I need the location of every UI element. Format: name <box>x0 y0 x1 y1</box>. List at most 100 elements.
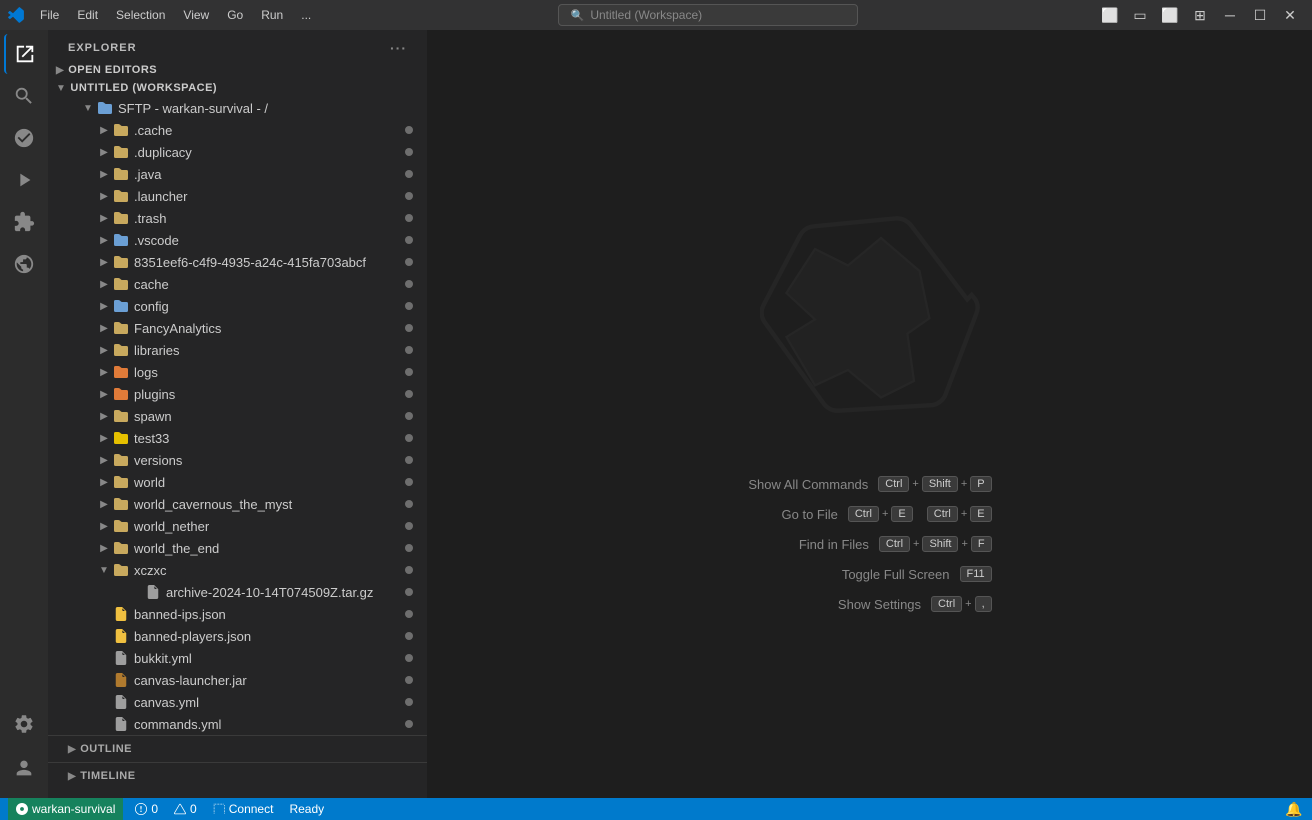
run-menu[interactable]: Run <box>253 6 291 24</box>
show-settings-row: Show Settings Ctrl + , <box>838 596 992 612</box>
connect-status[interactable]: Connect <box>209 798 278 820</box>
workspace-search[interactable]: 🔍 Untitled (Workspace) <box>558 4 858 26</box>
view-menu[interactable]: View <box>175 6 217 24</box>
outline-panel-section: ▶ OUTLINE <box>48 735 427 762</box>
versions-folder-label: versions <box>134 453 405 468</box>
world-folder-item[interactable]: ▶ world <box>48 471 427 493</box>
cache2-chevron-icon: ▶ <box>96 279 112 290</box>
status-bar: warkan-survival 0 0 Connect Ready 🔔 <box>0 798 1312 820</box>
workspace-section[interactable]: ▼ UNTITLED (WORKSPACE) <box>48 79 427 97</box>
layout-panel-button[interactable]: ▭ <box>1126 5 1154 25</box>
plugins-folder-item[interactable]: ▶ plugins <box>48 383 427 405</box>
canvas-yml-file-label: canvas.yml <box>134 695 405 710</box>
toggle-fullscreen-row: Toggle Full Screen F11 <box>842 566 992 582</box>
edit-menu[interactable]: Edit <box>69 6 106 24</box>
open-editors-chevron-icon: ▶ <box>56 65 64 76</box>
duplicacy-folder-item[interactable]: ▶ .duplicacy <box>48 141 427 163</box>
canvas-yml-file-item[interactable]: canvas.yml <box>48 691 427 713</box>
config-folder-item[interactable]: ▶ config <box>48 295 427 317</box>
cache2-folder-item[interactable]: ▶ cache <box>48 273 427 295</box>
explorer-more-icon[interactable]: ··· <box>390 40 407 56</box>
cache-folder-badge <box>405 126 413 134</box>
find-in-files-row: Find in Files Ctrl + Shift + F <box>799 536 992 552</box>
selection-menu[interactable]: Selection <box>108 6 173 24</box>
banned-ips-file-item[interactable]: banned-ips.json <box>48 603 427 625</box>
canvas-launcher-file-item[interactable]: canvas-launcher.jar <box>48 669 427 691</box>
title-bar-search-area: 🔍 Untitled (Workspace) <box>327 4 1088 26</box>
spawn-folder-item[interactable]: ▶ spawn <box>48 405 427 427</box>
world-end-folder-item[interactable]: ▶ world_the_end <box>48 537 427 559</box>
show-settings-label: Show Settings <box>838 597 921 612</box>
versions-folder-item[interactable]: ▶ versions <box>48 449 427 471</box>
errors-status[interactable]: 0 <box>131 798 162 820</box>
sftp-root-item[interactable]: ▼ SFTP - warkan-survival - / <box>48 97 427 119</box>
account-activity-icon[interactable] <box>4 748 44 788</box>
remote-connection-status[interactable]: warkan-survival <box>8 798 123 820</box>
explorer-activity-icon[interactable] <box>4 34 44 74</box>
connect-label: Connect <box>229 802 274 816</box>
world-nether-folder-badge <box>405 522 413 530</box>
banned-players-file-icon <box>112 627 130 645</box>
logs-folder-item[interactable]: ▶ logs <box>48 361 427 383</box>
hash-folder-item[interactable]: ▶ 8351eef6-c4f9-4935-a24c-415fa703abcf <box>48 251 427 273</box>
world-nether-folder-icon <box>112 517 130 535</box>
xczxc-folder-item[interactable]: ▼ xczxc <box>48 559 427 581</box>
duplicacy-folder-badge <box>405 148 413 156</box>
run-debug-activity-icon[interactable] <box>4 160 44 200</box>
minimize-button[interactable]: ─ <box>1216 5 1244 25</box>
layout-sidebar-left-button[interactable]: ⬜ <box>1096 5 1124 25</box>
world-folder-badge <box>405 478 413 486</box>
f-key: F <box>971 536 992 552</box>
warnings-status[interactable]: 0 <box>170 798 201 820</box>
outline-section-header[interactable]: ▶ OUTLINE <box>48 740 427 758</box>
extensions-activity-icon[interactable] <box>4 202 44 242</box>
bukkit-yml-file-item[interactable]: bukkit.yml <box>48 647 427 669</box>
canvas-yml-file-badge <box>405 698 413 706</box>
commands-yml-file-item[interactable]: commands.yml <box>48 713 427 735</box>
banned-ips-file-badge <box>405 610 413 618</box>
ready-status[interactable]: Ready <box>285 798 328 820</box>
source-control-activity-icon[interactable] <box>4 118 44 158</box>
vscode-folder-item[interactable]: ▶ .vscode <box>48 229 427 251</box>
commands-yml-file-label: commands.yml <box>134 717 405 732</box>
layout-grid-button[interactable]: ⊞ <box>1186 5 1214 25</box>
banned-players-file-item[interactable]: banned-players.json <box>48 625 427 647</box>
notifications-bell-icon[interactable]: 🔔 <box>1284 798 1304 820</box>
more-menu[interactable]: ... <box>293 6 319 24</box>
cache-folder-chevron-icon: ▶ <box>96 125 112 136</box>
remote-explorer-activity-icon[interactable] <box>4 244 44 284</box>
world-cavernous-folder-icon <box>112 495 130 513</box>
fancyanalytics-folder-item[interactable]: ▶ FancyAnalytics <box>48 317 427 339</box>
xczxc-folder-icon <box>112 561 130 579</box>
config-folder-badge <box>405 302 413 310</box>
layout-sidebar-right-button[interactable]: ⬜ <box>1156 5 1184 25</box>
plus2: + <box>961 478 967 490</box>
search-activity-icon[interactable] <box>4 76 44 116</box>
java-folder-item[interactable]: ▶ .java <box>48 163 427 185</box>
show-all-commands-keys: Ctrl + Shift + P <box>878 476 991 492</box>
world-nether-folder-item[interactable]: ▶ world_nether <box>48 515 427 537</box>
settings-activity-icon[interactable] <box>4 704 44 744</box>
world-cavernous-folder-item[interactable]: ▶ world_cavernous_the_myst <box>48 493 427 515</box>
launcher-folder-item[interactable]: ▶ .launcher <box>48 185 427 207</box>
trash-folder-item[interactable]: ▶ .trash <box>48 207 427 229</box>
warnings-count: 0 <box>190 802 197 816</box>
logs-folder-label: logs <box>134 365 405 380</box>
libraries-folder-label: libraries <box>134 343 405 358</box>
file-menu[interactable]: File <box>32 6 67 24</box>
libraries-chevron-icon: ▶ <box>96 345 112 356</box>
maximize-button[interactable]: ☐ <box>1246 5 1274 25</box>
open-editors-section[interactable]: ▶ OPEN EDITORS <box>48 61 427 79</box>
world-end-folder-icon <box>112 539 130 557</box>
archive-file-item[interactable]: archive-2024-10-14T074509Z.tar.gz <box>48 581 427 603</box>
timeline-section-header[interactable]: ▶ TIMELINE <box>48 767 427 785</box>
plugins-folder-label: plugins <box>134 387 405 402</box>
world-cavernous-folder-badge <box>405 500 413 508</box>
test33-folder-item[interactable]: ▶ test33 <box>48 427 427 449</box>
vscode-logo-icon <box>8 7 24 23</box>
close-button[interactable]: ✕ <box>1276 5 1304 25</box>
go-menu[interactable]: Go <box>219 6 251 24</box>
ctrl-key: Ctrl <box>878 476 909 492</box>
libraries-folder-item[interactable]: ▶ libraries <box>48 339 427 361</box>
cache-folder-item[interactable]: ▶ .cache <box>48 119 427 141</box>
